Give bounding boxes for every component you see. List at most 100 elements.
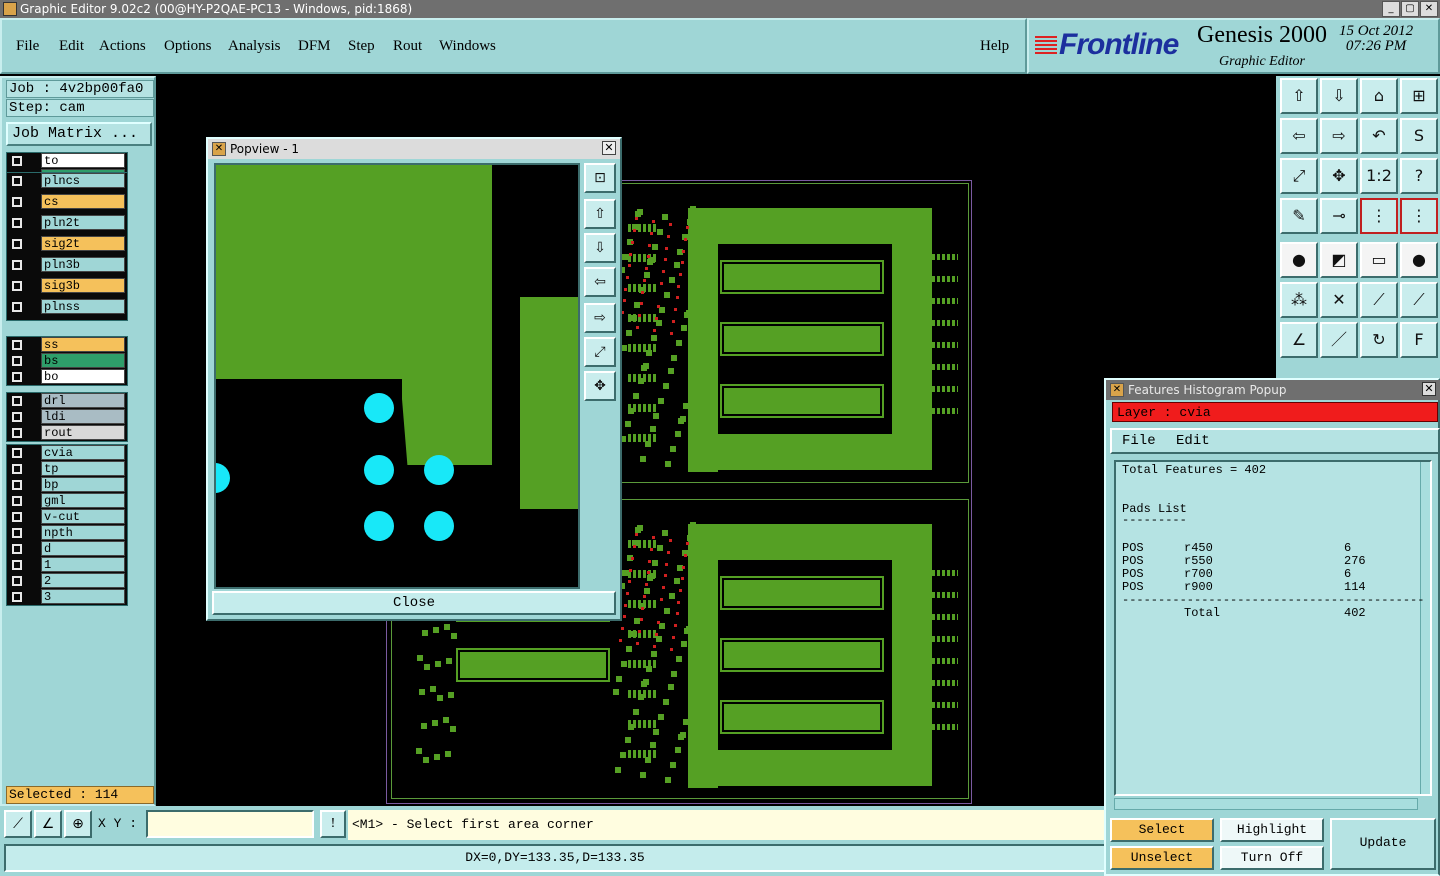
redraw-icon[interactable]: S — [1400, 118, 1438, 154]
layer-checkbox[interactable] — [12, 260, 22, 270]
menu-file[interactable]: File — [16, 38, 39, 55]
select-feature-icon[interactable]: ● — [1280, 242, 1318, 278]
layer-name[interactable]: pln3b — [41, 257, 125, 272]
menu-rout[interactable]: Rout — [393, 38, 422, 55]
menu-actions[interactable]: Actions — [99, 38, 146, 55]
diagonal-icon[interactable]: ／ — [1320, 322, 1358, 358]
layer-name[interactable]: 1 — [41, 557, 125, 572]
cross-icon[interactable]: ✕ — [1320, 282, 1358, 318]
layer-checkbox[interactable] — [12, 281, 22, 291]
grid-icon[interactable]: ⊕ — [64, 810, 92, 838]
layer-row[interactable]: to — [7, 153, 127, 169]
layer-row[interactable]: bo — [7, 369, 127, 385]
arc-line-icon[interactable]: ⟋ — [1400, 282, 1438, 318]
layer-color-icon[interactable]: ⋮ — [1360, 198, 1398, 234]
scale-1to2-icon[interactable]: 1:2 — [1360, 158, 1398, 194]
histogram-menu-file[interactable]: File — [1122, 433, 1156, 449]
menu-analysis[interactable]: Analysis — [228, 38, 281, 55]
layer-checkbox[interactable] — [12, 576, 22, 586]
measure-icon[interactable]: ⟋ — [4, 810, 32, 838]
turn-off-button[interactable]: Turn Off — [1220, 846, 1324, 870]
layer-checkbox[interactable] — [12, 340, 22, 350]
popview-close-button[interactable]: Close — [212, 591, 616, 615]
layer-checkbox[interactable] — [12, 464, 22, 474]
help-icon[interactable]: ? — [1400, 158, 1438, 194]
net-icon[interactable]: ⁂ — [1280, 282, 1318, 318]
layer-checkbox[interactable] — [12, 480, 22, 490]
text-icon[interactable]: F — [1400, 322, 1438, 358]
close-icon[interactable]: ✕ — [1420, 1, 1438, 17]
layer-row[interactable]: rout — [7, 425, 127, 441]
layer-checkbox[interactable] — [12, 428, 22, 438]
layer-checkbox[interactable] — [12, 592, 22, 602]
close-icon[interactable]: ✕ — [1422, 382, 1436, 396]
layer-checkbox[interactable] — [12, 396, 22, 406]
pad-icon[interactable]: ● — [1400, 242, 1438, 278]
layer-checkbox[interactable] — [12, 560, 22, 570]
angle-measure-icon[interactable]: ∠ — [34, 810, 62, 838]
select-button[interactable]: Select — [1110, 818, 1214, 842]
fit-icon[interactable]: ⊡ — [584, 163, 616, 193]
layer-checkbox[interactable] — [12, 239, 22, 249]
layer-checkbox[interactable] — [12, 156, 22, 166]
zoom-down-icon[interactable]: ⇩ — [1320, 78, 1358, 114]
tools-icon[interactable]: ✎ — [1280, 198, 1318, 234]
menu-help[interactable]: Help — [980, 38, 1009, 55]
zoom-home-icon[interactable]: ⇧ — [1280, 78, 1318, 114]
menu-dfm[interactable]: DFM — [298, 38, 331, 55]
layer-name[interactable]: to — [41, 153, 125, 168]
layer-checkbox[interactable] — [12, 356, 22, 366]
layer-display-icon[interactable]: ⋮ — [1400, 198, 1438, 234]
vertical-scrollbar[interactable] — [1420, 462, 1430, 794]
arc-icon[interactable]: ↻ — [1360, 322, 1398, 358]
layer-row[interactable]: bs — [7, 353, 127, 369]
layer-row[interactable]: pln3b — [7, 257, 127, 273]
layer-name[interactable]: rout — [41, 425, 125, 440]
zoom-center-icon[interactable]: ✥ — [1320, 158, 1358, 194]
layer-name[interactable]: sig3b — [41, 278, 125, 293]
layer-row[interactable]: 3 — [7, 589, 127, 605]
angle-icon[interactable]: ∠ — [1280, 322, 1318, 358]
layer-checkbox[interactable] — [12, 544, 22, 554]
layer-name[interactable]: plncs — [41, 173, 125, 188]
layer-checkbox[interactable] — [12, 528, 22, 538]
layer-row[interactable]: tp — [7, 461, 127, 477]
update-button[interactable]: Update — [1330, 818, 1436, 870]
xy-input[interactable] — [146, 810, 314, 838]
layer-name[interactable]: drl — [41, 393, 125, 408]
layer-name[interactable]: ldi — [41, 409, 125, 424]
layer-name[interactable]: cs — [41, 194, 125, 209]
layer-name[interactable]: d — [41, 541, 125, 556]
job-matrix-button[interactable]: Job Matrix ... — [6, 122, 152, 146]
zoom-center-icon[interactable]: ✥ — [584, 371, 616, 401]
unselect-button[interactable]: Unselect — [1110, 846, 1214, 870]
layer-row[interactable]: sig3b — [7, 278, 127, 294]
pan-up-icon[interactable]: ⇧ — [584, 199, 616, 229]
maximize-icon[interactable]: ▢ — [1401, 1, 1419, 17]
layer-row[interactable]: plnss — [7, 299, 127, 315]
layer-row[interactable]: v-cut — [7, 509, 127, 525]
layer-name[interactable]: ss — [41, 337, 125, 352]
layer-name[interactable]: pln2t — [41, 215, 125, 230]
layer-row[interactable]: ss — [7, 337, 127, 353]
layer-row[interactable]: cvia — [7, 445, 127, 461]
layer-name[interactable]: plnss — [41, 299, 125, 314]
zoom-fit-icon[interactable]: ⤢ — [1280, 158, 1318, 194]
pan-right-icon[interactable]: ⇨ — [1320, 118, 1358, 154]
layer-row[interactable]: bp — [7, 477, 127, 493]
layer-checkbox[interactable] — [12, 372, 22, 382]
horizontal-scrollbar[interactable] — [1114, 798, 1418, 810]
snap-icon[interactable]: ⊸ — [1320, 198, 1358, 234]
layer-row[interactable]: plncs — [7, 173, 127, 189]
layer-row[interactable]: ldi — [7, 409, 127, 425]
info-button[interactable]: ! — [320, 810, 346, 838]
pan-left-icon[interactable]: ⇦ — [584, 267, 616, 297]
pan-right-icon[interactable]: ⇨ — [584, 303, 616, 333]
layer-checkbox[interactable] — [12, 512, 22, 522]
highlight-button[interactable]: Highlight — [1220, 818, 1324, 842]
select-area-icon[interactable]: ◩ — [1320, 242, 1358, 278]
ruler-icon[interactable]: ▭ — [1360, 242, 1398, 278]
layer-row[interactable]: 2 — [7, 573, 127, 589]
layer-checkbox[interactable] — [12, 302, 22, 312]
pan-down-icon[interactable]: ⇩ — [584, 233, 616, 263]
